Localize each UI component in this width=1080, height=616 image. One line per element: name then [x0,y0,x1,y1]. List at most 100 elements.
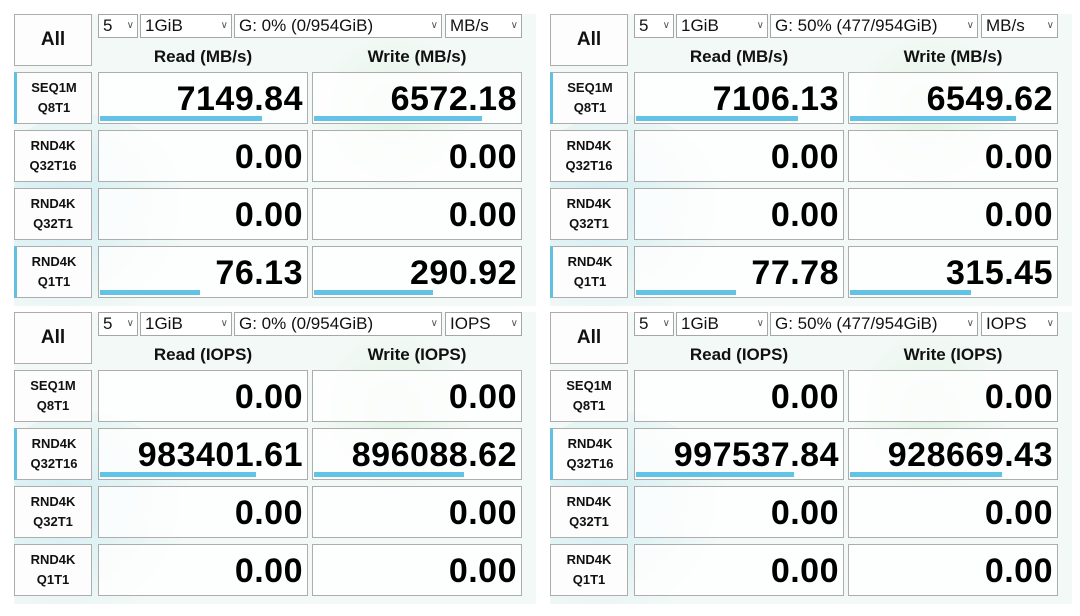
test-button[interactable]: SEQ1M Q8T1 [550,370,628,422]
test-queue-threads: Q32T1 [569,514,609,529]
write-value: 0.00 [984,138,1053,176]
write-value: 0.00 [984,196,1053,234]
write-column-header: Write (IOPS) [367,345,467,364]
all-button[interactable]: All [550,14,628,66]
read-value: 76.13 [215,254,303,292]
count-select[interactable]: 5 ∨ [634,312,674,336]
test-button[interactable]: RND4K Q1T1 [550,246,628,298]
write-progress-bar [314,116,482,121]
size-select[interactable]: 1GiB ∨ [676,312,768,336]
write-progress-bar [314,472,464,477]
count-select[interactable]: 5 ∨ [98,312,138,336]
read-column-header: Read (MB/s) [689,47,789,66]
write-value: 0.00 [448,494,517,532]
read-progress-bar [636,472,794,477]
test-button[interactable]: RND4K Q32T16 [14,428,92,480]
write-progress-bar [314,290,433,295]
count-select[interactable]: 5 ∨ [634,14,674,38]
unit-select[interactable]: MB/s ∨ [981,14,1058,38]
unit-select[interactable]: IOPS ∨ [445,312,522,336]
size-select-value: 1GiB [145,16,183,35]
test-queue-threads: Q32T16 [565,158,613,173]
benchmark-panel: All 5 ∨ 1GiB ∨ G: 0% (0/954GiB) ∨ IOPS ∨ Read (IO… [14,312,536,604]
write-value: 0.00 [448,552,517,590]
size-select[interactable]: 1GiB ∨ [140,312,232,336]
chevron-down-icon: ∨ [220,20,228,31]
drive-select[interactable]: G: 50% (477/954GiB) ∨ [770,14,978,38]
read-progress-bar [100,290,200,295]
write-result-cell: 0.00 [312,130,522,182]
drive-select[interactable]: G: 0% (0/954GiB) ∨ [234,14,442,38]
read-value: 997537.84 [673,436,839,474]
read-value: 0.00 [234,138,303,176]
size-select-value: 1GiB [145,314,183,333]
test-queue-threads: Q32T1 [33,216,73,231]
size-select[interactable]: 1GiB ∨ [140,14,232,38]
unit-select[interactable]: IOPS ∨ [981,312,1058,336]
test-button[interactable]: RND4K Q32T16 [14,130,92,182]
read-progress-bar [636,290,736,295]
test-name: RND4K [30,494,76,509]
chevron-down-icon: ∨ [756,20,764,31]
count-select-value: 5 [639,314,649,333]
test-button[interactable]: SEQ1M Q8T1 [14,370,92,422]
all-button[interactable]: All [14,14,92,66]
drive-select[interactable]: G: 50% (477/954GiB) ∨ [770,312,978,336]
test-button[interactable]: RND4K Q1T1 [550,544,628,596]
read-value: 0.00 [770,138,839,176]
read-result-cell: 76.13 [98,246,308,298]
test-button[interactable]: SEQ1M Q8T1 [14,72,92,124]
read-result-cell: 0.00 [98,188,308,240]
unit-select-value: IOPS [450,314,491,333]
read-value: 7106.13 [712,80,839,118]
test-queue-threads: Q32T16 [30,456,78,471]
chevron-down-icon: ∨ [1046,20,1054,31]
size-select[interactable]: 1GiB ∨ [676,14,768,38]
test-button[interactable]: RND4K Q32T16 [550,428,628,480]
read-value: 0.00 [770,378,839,416]
test-queue-threads: Q1T1 [573,274,607,289]
write-value: 896088.62 [351,436,517,474]
write-result-cell: 0.00 [848,544,1058,596]
test-name: SEQ1M [567,80,613,95]
read-value: 0.00 [234,378,303,416]
write-result-cell: 290.92 [312,246,522,298]
all-button[interactable]: All [14,312,92,364]
write-column-header: Write (MB/s) [903,47,1003,66]
read-result-cell: 77.78 [634,246,844,298]
read-result-cell: 0.00 [98,544,308,596]
test-button[interactable]: SEQ1M Q8T1 [550,72,628,124]
test-button[interactable]: RND4K Q32T16 [550,130,628,182]
write-value: 928669.43 [887,436,1053,474]
test-queue-threads: Q8T1 [573,100,607,115]
test-queue-threads: Q32T1 [33,514,73,529]
read-progress-bar [636,116,798,121]
test-button[interactable]: RND4K Q32T1 [550,188,628,240]
write-value: 0.00 [448,378,517,416]
read-value: 0.00 [770,494,839,532]
test-name: RND4K [566,196,612,211]
test-queue-threads: Q8T1 [572,398,606,413]
chevron-down-icon: ∨ [430,20,438,31]
test-name: SEQ1M [31,80,77,95]
unit-select[interactable]: MB/s ∨ [445,14,522,38]
read-value: 0.00 [770,552,839,590]
test-button[interactable]: RND4K Q32T1 [14,188,92,240]
chevron-down-icon: ∨ [126,20,134,31]
read-result-cell: 0.00 [98,370,308,422]
test-button[interactable]: RND4K Q1T1 [14,246,92,298]
count-select[interactable]: 5 ∨ [98,14,138,38]
write-result-cell: 0.00 [312,544,522,596]
test-queue-threads: Q8T1 [36,398,70,413]
drive-select[interactable]: G: 0% (0/954GiB) ∨ [234,312,442,336]
test-button[interactable]: RND4K Q32T1 [14,486,92,538]
read-result-cell: 7149.84 [98,72,308,124]
unit-select-value: MB/s [450,16,489,35]
write-result-cell: 6549.62 [848,72,1058,124]
read-result-cell: 983401.61 [98,428,308,480]
test-button[interactable]: RND4K Q32T1 [550,486,628,538]
chevron-down-icon: ∨ [510,20,518,31]
all-button[interactable]: All [550,312,628,364]
test-button[interactable]: RND4K Q1T1 [14,544,92,596]
test-queue-threads: Q1T1 [572,572,606,587]
